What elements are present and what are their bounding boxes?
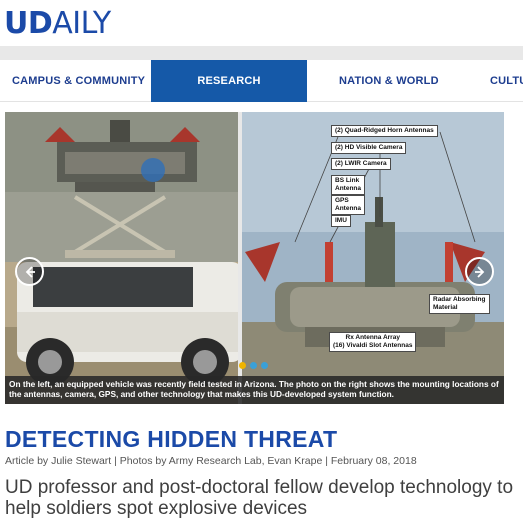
label-gps-antenna: GPS Antenna xyxy=(331,195,365,215)
label-rx-line1: Rx Antenna Array xyxy=(345,334,400,341)
slideshow-dot-1[interactable] xyxy=(239,362,246,369)
chevron-left-icon xyxy=(25,265,35,278)
udaily-logo[interactable]: UDAILY xyxy=(4,4,111,44)
hero-slideshow: (2) Quad-Ridged Horn Antennas (2) HD Vis… xyxy=(5,112,504,404)
site-header: UDAILY xyxy=(0,0,523,46)
label-radar-absorbing: Radar Absorbing Material xyxy=(429,294,490,314)
label-rx-antenna-array: Rx Antenna Array (16) Vivaldi Slot Anten… xyxy=(329,332,417,352)
nav-item-campus-community[interactable]: CAMPUS & COMMUNITY xyxy=(12,60,145,102)
label-bs-link-line1: BS Link xyxy=(335,177,360,184)
label-hd-camera: (2) HD Visible Camera xyxy=(331,142,407,154)
logo-daily: AILY xyxy=(52,6,111,41)
article-subtitle: UD professor and post-doctoral fellow de… xyxy=(5,477,514,519)
label-gps-line2: Antenna xyxy=(335,205,361,212)
nav-item-culture[interactable]: CULTU xyxy=(490,60,523,102)
label-radar-line2: Material xyxy=(433,304,458,311)
article-title: DETECTING HIDDEN THREAT xyxy=(5,426,338,452)
nav-item-nation-world[interactable]: NATION & WORLD xyxy=(339,60,439,102)
slideshow-dot-3[interactable] xyxy=(261,362,268,369)
article-byline: Article by Julie Stewart | Photos by Arm… xyxy=(5,455,417,467)
slideshow-next-button[interactable] xyxy=(465,257,494,286)
header-divider-strip xyxy=(0,46,523,60)
label-lwir-camera: (2) LWIR Camera xyxy=(331,158,391,170)
label-bs-link-antenna: BS Link Antenna xyxy=(331,175,365,195)
hero-caption: On the left, an equipped vehicle was rec… xyxy=(5,376,504,404)
label-rx-line2: (16) Vivaldi Slot Antennas xyxy=(333,342,413,349)
slideshow-prev-button[interactable] xyxy=(15,257,44,286)
label-horn-antennas: (2) Quad-Ridged Horn Antennas xyxy=(331,125,438,137)
slideshow-dot-2[interactable] xyxy=(250,362,257,369)
label-gps-line1: GPS xyxy=(335,197,349,204)
nav-item-research[interactable]: RESEARCH xyxy=(151,60,307,102)
hero-photo xyxy=(5,112,504,404)
logo-ud: UD xyxy=(4,6,53,41)
label-imu: IMU xyxy=(331,215,351,227)
chevron-right-icon xyxy=(474,265,484,278)
main-nav: CAMPUS & COMMUNITY RESEARCH NATION & WOR… xyxy=(0,60,523,102)
label-radar-line1: Radar Absorbing xyxy=(433,296,486,303)
label-bs-link-line2: Antenna xyxy=(335,185,361,192)
slideshow-dots xyxy=(239,362,268,369)
